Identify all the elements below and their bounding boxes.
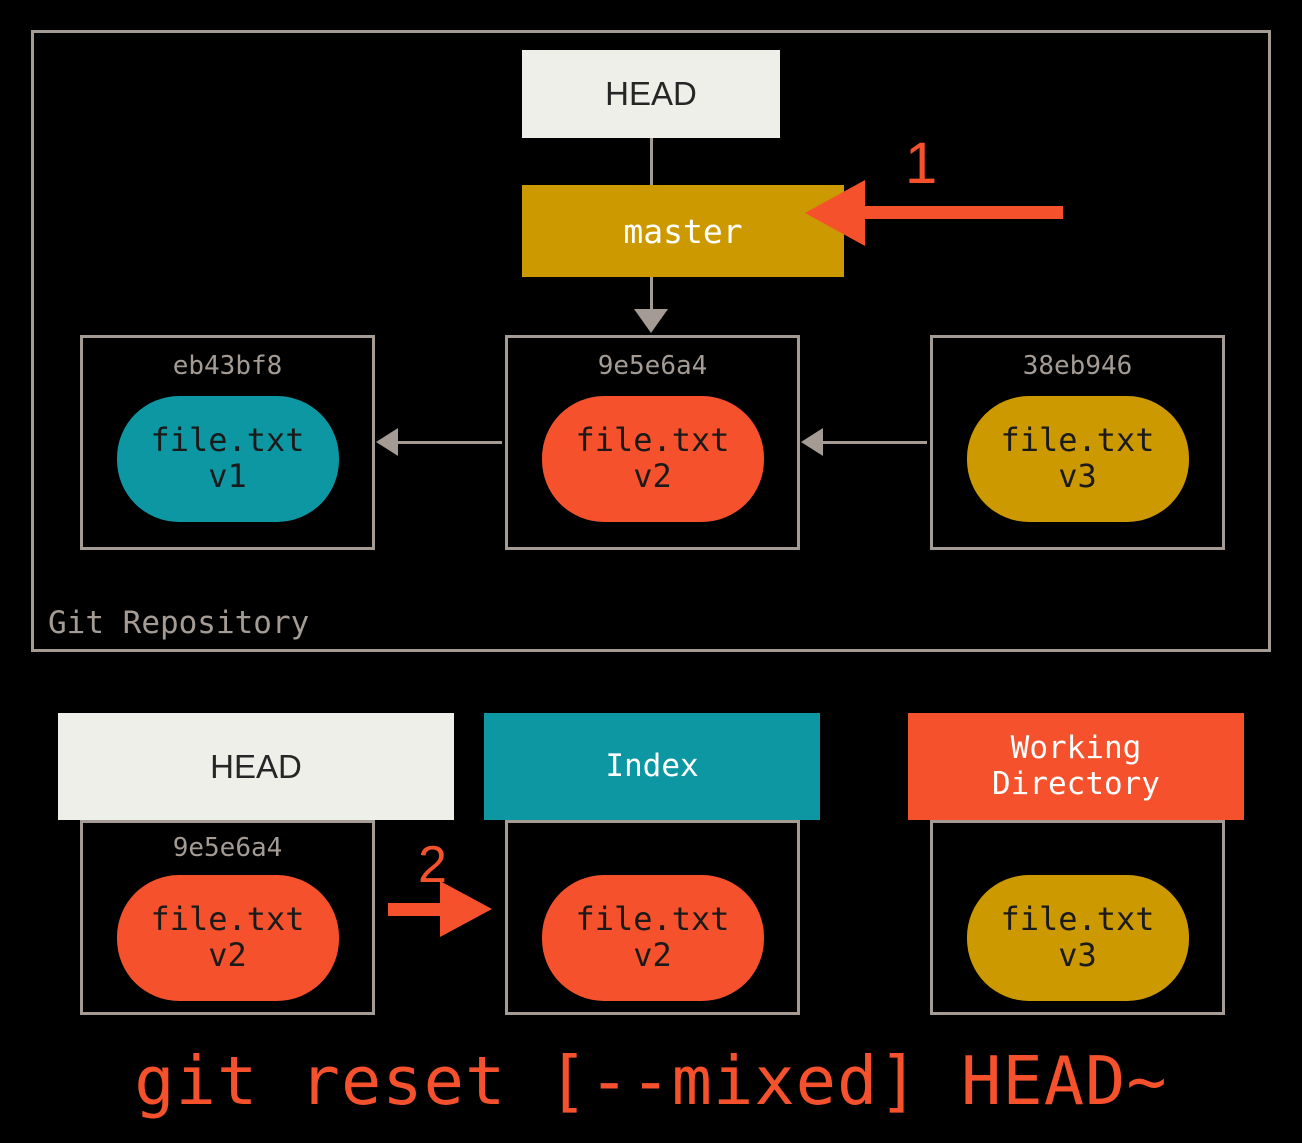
parent-link-arrowhead-icon bbox=[801, 428, 823, 456]
commit-sha-label: 9e5e6a4 bbox=[597, 351, 708, 381]
commit-file-name: file.txt bbox=[1000, 421, 1155, 460]
commit-node-9e5e6a4: 9e5e6a4 file.txt v2 bbox=[505, 335, 800, 550]
commit-sha-label: eb43bf8 bbox=[172, 351, 283, 381]
annotation-arrow-two-arrowhead-icon bbox=[440, 881, 492, 937]
command-caption: git reset [--mixed] HEAD~ bbox=[134, 1042, 1168, 1120]
commit-file-blob: file.txt v2 bbox=[541, 396, 764, 522]
head-area-body: 9e5e6a4 file.txt v2 bbox=[80, 820, 375, 1015]
master-to-commit-arrowhead-icon bbox=[634, 309, 668, 333]
index-area-file-version: v2 bbox=[633, 936, 672, 974]
working-directory-area-body: file.txt v3 bbox=[930, 820, 1225, 1015]
git-reset-diagram: Git Repository HEAD master eb43bf8 file.… bbox=[0, 0, 1302, 1143]
working-directory-area-header: Working Directory bbox=[908, 713, 1244, 820]
head-area-file-version: v2 bbox=[208, 936, 247, 974]
annotation-arrow-one-line bbox=[860, 206, 1063, 219]
head-pointer-box: HEAD bbox=[522, 50, 780, 138]
parent-link-arrowhead-icon bbox=[376, 428, 398, 456]
working-directory-title-line-two: Directory bbox=[992, 765, 1160, 802]
index-area-header: Index bbox=[484, 713, 820, 820]
commit-file-name: file.txt bbox=[575, 421, 730, 460]
git-repository-label: Git Repository bbox=[48, 605, 310, 641]
annotation-step-one-number: 1 bbox=[905, 131, 938, 196]
head-pointer-label: HEAD bbox=[605, 75, 697, 112]
commit-file-version: v3 bbox=[1058, 457, 1097, 495]
parent-link-line bbox=[823, 441, 927, 444]
head-to-master-connector bbox=[650, 138, 653, 186]
head-area-file-name: file.txt bbox=[150, 900, 305, 939]
commit-file-blob: file.txt v3 bbox=[966, 396, 1189, 522]
head-area-file-blob: file.txt v2 bbox=[116, 875, 339, 1001]
index-area-file-blob: file.txt v2 bbox=[541, 875, 764, 1001]
commit-node-eb43bf8: eb43bf8 file.txt v1 bbox=[80, 335, 375, 550]
working-directory-file-name: file.txt bbox=[1000, 900, 1155, 939]
head-area-sha-label: 9e5e6a4 bbox=[172, 833, 283, 863]
head-area-header: HEAD bbox=[58, 713, 454, 820]
commit-sha-label: 38eb946 bbox=[1022, 351, 1133, 381]
commit-file-blob: file.txt v1 bbox=[116, 396, 339, 522]
working-directory-file-blob: file.txt v3 bbox=[966, 875, 1189, 1001]
annotation-step-two-number: 2 bbox=[418, 836, 447, 894]
commit-file-version: v2 bbox=[633, 457, 672, 495]
working-directory-title-line-one: Working bbox=[1010, 729, 1142, 766]
index-area-file-name: file.txt bbox=[575, 900, 730, 939]
commit-file-name: file.txt bbox=[150, 421, 305, 460]
master-branch-box: master bbox=[522, 185, 844, 277]
index-area-title: Index bbox=[605, 747, 699, 784]
head-area-title: HEAD bbox=[210, 747, 302, 785]
master-branch-label: master bbox=[623, 211, 743, 251]
annotation-arrow-one-arrowhead-icon bbox=[805, 180, 865, 246]
parent-link-line bbox=[398, 441, 502, 444]
working-directory-file-version: v3 bbox=[1058, 936, 1097, 974]
index-area-body: file.txt v2 bbox=[505, 820, 800, 1015]
commit-file-version: v1 bbox=[208, 457, 247, 495]
commit-node-38eb946: 38eb946 file.txt v3 bbox=[930, 335, 1225, 550]
